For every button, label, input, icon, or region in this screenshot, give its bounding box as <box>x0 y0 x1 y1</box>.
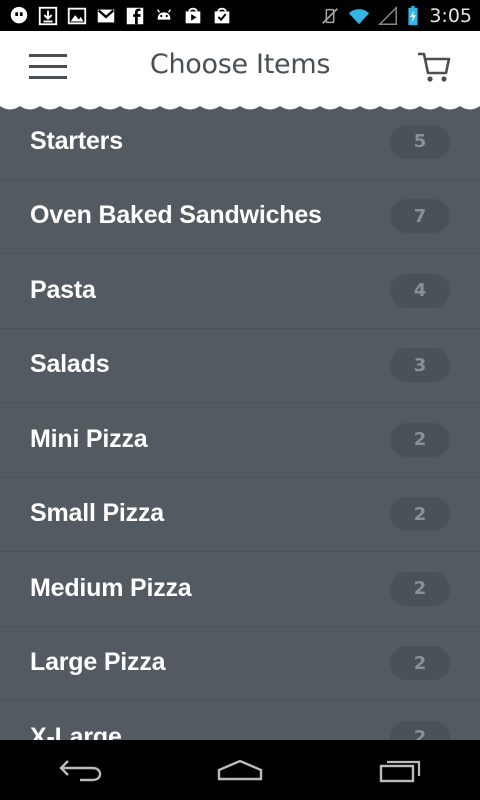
facebook-icon <box>124 5 146 27</box>
list-item[interactable]: Oven Baked Sandwiches 7 <box>0 180 480 254</box>
vibrate-off-icon <box>319 5 341 27</box>
home-button[interactable] <box>210 750 270 790</box>
android-debug-icon <box>153 5 175 27</box>
clock: 3:05 <box>429 4 472 27</box>
count-badge: 4 <box>390 273 450 308</box>
list-item[interactable]: Large Pizza 2 <box>0 627 480 701</box>
hangouts-icon <box>8 5 30 27</box>
notification-icons <box>8 5 233 27</box>
image-icon <box>66 5 88 27</box>
signal-icon <box>377 5 399 27</box>
back-button[interactable] <box>50 750 110 790</box>
cart-button[interactable] <box>414 47 454 87</box>
list-item[interactable]: Medium Pizza 2 <box>0 552 480 627</box>
system-icons: 3:05 <box>319 5 472 27</box>
list-item-label: Pasta <box>30 275 96 304</box>
count-badge: 7 <box>390 199 450 234</box>
count-badge: 2 <box>390 571 450 606</box>
wifi-icon <box>348 5 370 27</box>
count-badge: 2 <box>390 422 450 457</box>
status-bar: 3:05 <box>0 0 480 31</box>
download-icon <box>37 5 59 27</box>
recent-apps-button[interactable] <box>370 750 430 790</box>
play-store-icon <box>182 5 204 27</box>
navigation-bar <box>0 740 480 800</box>
gmail-icon <box>95 5 117 27</box>
list-item[interactable]: Salads 3 <box>0 329 480 403</box>
list-item-label: Large Pizza <box>30 648 166 677</box>
count-badge: 5 <box>390 124 450 159</box>
app-header: Choose Items <box>0 31 480 105</box>
list-item-label: Small Pizza <box>30 499 164 528</box>
list-item[interactable]: Mini Pizza 2 <box>0 403 480 478</box>
recent-apps-icon <box>379 760 421 783</box>
clipboard-check-icon <box>211 5 233 27</box>
battery-charging-icon <box>406 5 420 27</box>
list-item-label: Salads <box>30 350 110 379</box>
list-item[interactable]: Starters 5 <box>0 105 480 180</box>
list-item[interactable]: X-Large 2 <box>0 701 480 740</box>
list-item[interactable]: Pasta 4 <box>0 254 480 329</box>
list-item-label: X-Large <box>30 722 122 740</box>
list-item-label: Medium Pizza <box>30 573 192 602</box>
category-list[interactable]: Starters 5 Oven Baked Sandwiches 7 Pasta 4 Sal… <box>0 105 480 740</box>
list-item-label: Oven Baked Sandwiches <box>30 201 322 230</box>
list-item[interactable]: Small Pizza 2 <box>0 478 480 552</box>
page-title: Choose Items <box>149 49 331 80</box>
back-icon <box>59 760 102 782</box>
count-badge: 2 <box>390 497 450 532</box>
count-badge: 2 <box>390 646 450 681</box>
header-wave-edge <box>0 101 480 110</box>
count-badge: 2 <box>390 720 450 740</box>
list-item-label: Starters <box>30 126 123 155</box>
shopping-cart-icon <box>418 52 451 82</box>
home-icon <box>217 759 263 781</box>
count-badge: 3 <box>390 348 450 383</box>
list-item-label: Mini Pizza <box>30 424 148 453</box>
